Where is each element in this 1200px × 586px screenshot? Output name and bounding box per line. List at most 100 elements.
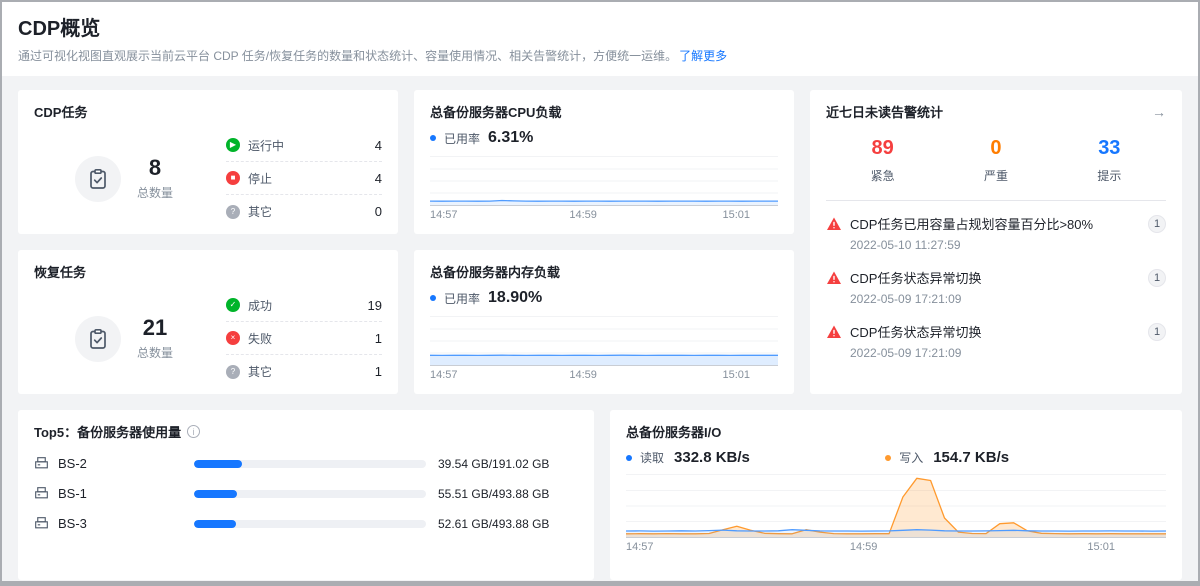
info-count: 33: [1053, 137, 1166, 160]
cpu-load-chart: [430, 156, 778, 206]
usage-progress-bar: [194, 520, 426, 528]
alerts-stats: 89 紧急 0 严重 33 提示: [826, 137, 1166, 184]
status-label: 其它: [248, 203, 375, 220]
critical-count: 89: [826, 137, 939, 160]
info-icon[interactable]: i: [187, 425, 200, 438]
clipboard-check-icon: [75, 156, 121, 202]
status-value: 19: [368, 298, 382, 313]
cpu-load-title: 总备份服务器CPU负载: [430, 102, 778, 121]
alerts-card: 近七日未读告警统计 → 89 紧急 0 严重 33 提示: [810, 90, 1182, 394]
io-title: 总备份服务器I/O: [626, 422, 1166, 441]
arrow-right-icon[interactable]: →: [1152, 104, 1166, 120]
alert-item[interactable]: CDP任务已用容量占规划容量百分比>80% 1 2022-05-10 11:27…: [826, 205, 1166, 259]
cdp-overview-screen: CDP概览 通过可视化视图直观展示当前云平台 CDP 任务/恢复任务的数量和状态…: [0, 0, 1200, 586]
x-tick: 14:57: [626, 541, 654, 553]
x-tick: 15:01: [722, 369, 750, 381]
backup-server-icon: [34, 486, 49, 501]
server-name: BS-2: [58, 456, 87, 471]
cdp-tasks-card: CDP任务 8 总数量: [18, 90, 398, 234]
top-grid: CDP任务 8 总数量: [18, 90, 1182, 394]
server-usage-row: BS-1 55.51 GB/493.88 GB: [34, 486, 578, 501]
learn-more-link[interactable]: 了解更多: [679, 49, 727, 63]
status-value: 4: [375, 138, 382, 153]
blue-dot-icon: [430, 295, 436, 301]
recovery-tasks-total-label: 总数量: [137, 344, 173, 361]
info-label: 提示: [1053, 167, 1166, 184]
memory-chart-x-axis: 14:57 14:59 15:01: [430, 366, 778, 381]
usage-text: 52.61 GB/493.88 GB: [438, 517, 578, 531]
warning-triangle-icon: [826, 324, 842, 340]
x-tick: 14:57: [430, 209, 458, 221]
alert-stat-critical: 89 紧急: [826, 137, 939, 184]
cdp-tasks-body: 8 总数量 ▶ 运行中 4 ■ 停止 4: [34, 129, 382, 228]
memory-usage-value: 18.90%: [488, 289, 542, 307]
status-label: 停止: [248, 170, 375, 187]
io-read-label: 读取: [640, 449, 664, 466]
blue-dot-icon: [430, 135, 436, 141]
divider: [826, 200, 1166, 201]
status-label: 失败: [248, 330, 375, 347]
running-status-icon: ▶: [226, 138, 240, 152]
x-tick: 14:59: [850, 541, 878, 553]
alert-item-row: CDP任务状态异常切换 1: [826, 268, 1166, 287]
server-usage-row: BS-2 39.54 GB/191.02 GB: [34, 456, 578, 471]
clipboard-check-icon: [75, 316, 121, 362]
alert-item[interactable]: CDP任务状态异常切换 1 2022-05-09 17:21:09: [826, 313, 1166, 367]
cdp-tasks-total: 8: [137, 156, 173, 180]
status-row-other: ? 其它 0: [226, 195, 382, 228]
status-row-other: ? 其它 1: [226, 355, 382, 388]
alert-text: CDP任务状态异常切换: [850, 268, 1140, 287]
recovery-tasks-title: 恢复任务: [34, 262, 382, 281]
x-tick: 14:59: [569, 209, 597, 221]
page-title: CDP概览: [18, 12, 1182, 41]
alert-count-badge: 1: [1148, 269, 1166, 287]
alert-time: 2022-05-09 17:21:09: [850, 346, 1166, 360]
io-write-label: 写入: [899, 449, 923, 466]
io-write-group: 写入 154.7 KB/s: [885, 449, 1144, 466]
memory-legend: 已用率 18.90%: [430, 289, 778, 307]
memory-legend-label: 已用率: [444, 290, 480, 307]
cpu-usage-value: 6.31%: [488, 129, 533, 147]
io-legend: 读取 332.8 KB/s 写入 154.7 KB/s: [626, 449, 1166, 466]
memory-load-card: 总备份服务器内存负载 已用率 18.90% 14:57 14:59 15:01: [414, 250, 794, 394]
blue-dot-icon: [626, 455, 632, 461]
top5-servers-card: Top5：备份服务器使用量 i BS-2 39.54 GB/191.02 GB: [18, 410, 594, 580]
cpu-load-card: 总备份服务器CPU负载 已用率 6.31% 14:57 14:59 15:01: [414, 90, 794, 234]
status-row-stopped: ■ 停止 4: [226, 162, 382, 195]
success-status-icon: ✓: [226, 298, 240, 312]
cdp-tasks-count-block: 8 总数量: [137, 156, 173, 200]
backup-server-icon: [34, 456, 49, 471]
usage-progress-bar: [194, 460, 426, 468]
status-value: 4: [375, 171, 382, 186]
alert-time: 2022-05-10 11:27:59: [850, 238, 1166, 252]
cpu-legend-label: 已用率: [444, 130, 480, 147]
status-value: 0: [375, 204, 382, 219]
alert-text: CDP任务已用容量占规划容量百分比>80%: [850, 214, 1140, 233]
x-tick: 14:57: [430, 369, 458, 381]
alerts-title: 近七日未读告警统计: [826, 102, 943, 121]
server-name: BS-3: [58, 516, 87, 531]
severe-label: 严重: [939, 167, 1052, 184]
orange-dot-icon: [885, 455, 891, 461]
recovery-tasks-total: 21: [137, 316, 173, 340]
bottom-grid: Top5：备份服务器使用量 i BS-2 39.54 GB/191.02 GB: [18, 410, 1182, 580]
alert-item[interactable]: CDP任务状态异常切换 1 2022-05-09 17:21:09: [826, 259, 1166, 313]
alert-time: 2022-05-09 17:21:09: [850, 292, 1166, 306]
warning-triangle-icon: [826, 270, 842, 286]
cdp-tasks-title: CDP任务: [34, 102, 382, 121]
alert-item-row: CDP任务状态异常切换 1: [826, 322, 1166, 341]
stopped-status-icon: ■: [226, 171, 240, 185]
io-chart: [626, 474, 1166, 538]
x-tick: 15:01: [722, 209, 750, 221]
severe-count: 0: [939, 137, 1052, 160]
usage-progress-fill: [194, 460, 242, 468]
usage-text: 39.54 GB/191.02 GB: [438, 457, 578, 471]
status-value: 1: [375, 331, 382, 346]
usage-progress-fill: [194, 520, 236, 528]
io-write-value: 154.7 KB/s: [933, 449, 1009, 466]
backup-server-icon: [34, 516, 49, 531]
io-read-value: 332.8 KB/s: [674, 449, 750, 466]
status-row-running: ▶ 运行中 4: [226, 129, 382, 162]
alert-count-badge: 1: [1148, 323, 1166, 341]
page-header: CDP概览 通过可视化视图直观展示当前云平台 CDP 任务/恢复任务的数量和状态…: [2, 2, 1198, 76]
